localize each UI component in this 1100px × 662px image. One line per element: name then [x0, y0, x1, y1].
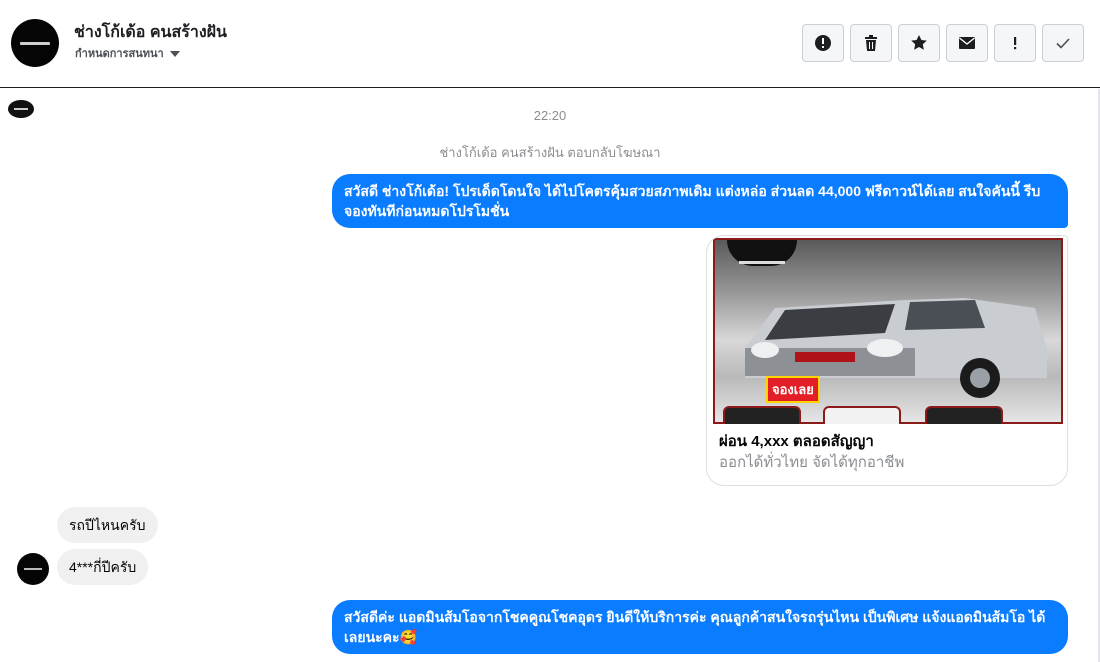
outgoing-message[interactable]: สวัสดี ช่างโก้เด้อ! โปรเด็ดโดนใจ ได้ไปโค…: [332, 174, 1068, 228]
exclamation-icon: [1014, 37, 1017, 50]
thumbnail: [925, 406, 1003, 424]
page-title[interactable]: ช่างโก้เด้อ คนสร้างฝัน: [74, 20, 227, 45]
done-button[interactable]: [1042, 24, 1084, 62]
booking-tag: จองเลย: [766, 376, 820, 403]
dealer-logo-icon: [727, 240, 797, 266]
message-thread[interactable]: 22:20 ช่างโก้เด้อ คนสร้างฝัน ตอบกลับโฆษณ…: [0, 89, 1100, 662]
trash-icon: [865, 35, 877, 51]
ad-reply-note: ช่างโก้เด้อ คนสร้างฝัน ตอบกลับโฆษณา: [439, 145, 661, 160]
conversation-toolbar: [802, 24, 1084, 62]
ad-card-subtitle: ออกได้ทั่วไทย จัดได้ทุกอาชีพ: [719, 454, 905, 471]
page-avatar[interactable]: [11, 19, 59, 67]
thumbnail: [823, 406, 901, 424]
check-icon: [1056, 38, 1070, 49]
customer-avatar-logo-icon: [24, 568, 42, 570]
caret-down-icon: [169, 50, 180, 57]
thumbnail: [723, 406, 801, 424]
report-button[interactable]: [802, 24, 844, 62]
alert-circle-icon: [815, 35, 831, 51]
conversation-schedule-dropdown[interactable]: กำหนดการสนทนา: [75, 44, 180, 62]
star-button[interactable]: [898, 24, 940, 62]
envelope-icon: [959, 37, 975, 49]
outgoing-message[interactable]: สวัสดีค่ะ แอดมินส้มโอจากโชคคูณโชคอุดร ยิ…: [332, 600, 1068, 654]
page-logo-icon: [20, 41, 50, 45]
dealer-logo-text-icon: [739, 261, 785, 264]
important-button[interactable]: [994, 24, 1036, 62]
star-icon: [911, 35, 927, 50]
incoming-message[interactable]: รถปีไหนครับ: [57, 507, 158, 543]
car-image: จองเลย: [713, 238, 1063, 424]
schedule-label: กำหนดการสนทนา: [75, 48, 164, 60]
message-timestamp: 22:20: [533, 108, 567, 123]
delete-button[interactable]: [850, 24, 892, 62]
conversation-header: ช่างโก้เด้อ คนสร้างฝัน กำหนดการสนทนา: [0, 0, 1100, 88]
mark-unread-button[interactable]: [946, 24, 988, 62]
thumbnail-strip: [713, 406, 1063, 424]
customer-avatar[interactable]: [17, 553, 49, 585]
ad-card[interactable]: จองเลย ผ่อน 4,xxx ตลอดสัญญา ออกได้ทั่วไท…: [706, 235, 1068, 486]
incoming-message[interactable]: 4***กี่ปีครับ: [57, 549, 149, 585]
